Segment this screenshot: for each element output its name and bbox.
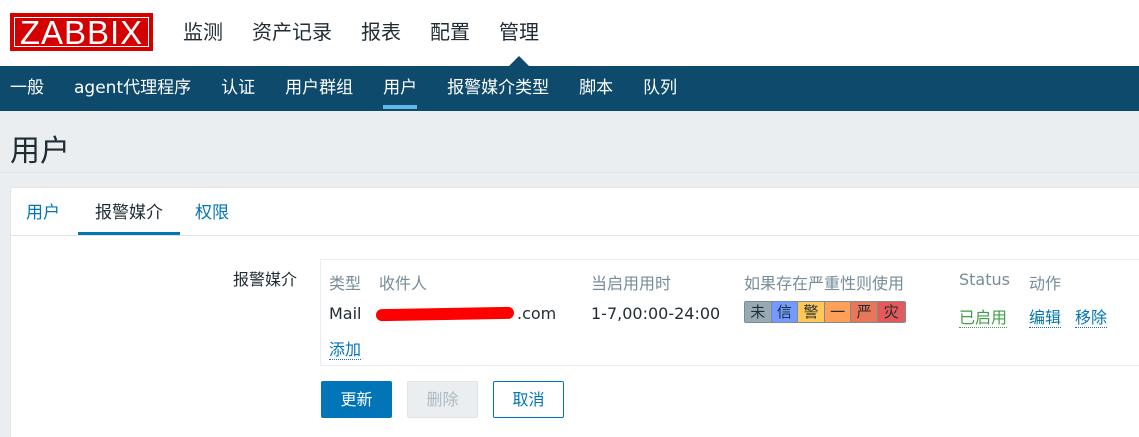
edit-media-link[interactable]: 编辑 xyxy=(1029,308,1062,328)
col-type: 类型 xyxy=(329,274,362,293)
severity-information: 信 xyxy=(771,302,799,322)
col-severity: 如果存在严重性则使用 xyxy=(744,274,905,293)
severity-high: 严 xyxy=(851,302,878,322)
menu-configuration[interactable]: 配置 xyxy=(430,0,470,66)
user-form-panel: 用户 报警媒介 权限 报警媒介 类型 收件人 当启用用时 如果存在严重性则使用 … xyxy=(10,187,1139,437)
col-when-active: 当启用用时 xyxy=(591,274,672,293)
tab-permissions[interactable]: 权限 xyxy=(195,188,229,235)
title-divider xyxy=(0,172,1139,173)
severity-indicator: 未 信 警 一 严 灾 xyxy=(744,301,906,323)
submenu-queue[interactable]: 队列 xyxy=(643,66,677,111)
tab-user[interactable]: 用户 xyxy=(26,188,60,235)
submenu-authentication[interactable]: 认证 xyxy=(221,66,255,111)
when-active-value: 1-7,00:00-24:00 xyxy=(591,304,721,323)
page-title: 用户 xyxy=(10,134,70,169)
col-action: 动作 xyxy=(1029,274,1062,293)
menu-monitoring[interactable]: 监测 xyxy=(183,0,223,66)
tab-bar: 用户 报警媒介 权限 xyxy=(11,188,1139,236)
submenu-scripts[interactable]: 脚本 xyxy=(579,66,613,111)
cancel-button[interactable]: 取消 xyxy=(493,381,564,418)
col-status: Status xyxy=(959,270,1010,289)
main-menu: 监测 资产记录 报表 配置 管理 xyxy=(183,0,568,66)
submenu-user-groups[interactable]: 用户群组 xyxy=(285,66,353,111)
remove-media-link[interactable]: 移除 xyxy=(1075,308,1108,328)
col-recipient: 收件人 xyxy=(379,274,428,293)
media-table: 类型 收件人 当启用用时 如果存在严重性则使用 Status 动作 Mail .… xyxy=(320,259,1139,366)
menu-administration[interactable]: 管理 xyxy=(499,0,539,66)
media-label: 报警媒介 xyxy=(233,270,298,289)
recipient-suffix: .com xyxy=(517,304,557,323)
severity-disaster: 灾 xyxy=(877,302,905,322)
delete-button[interactable]: 删除 xyxy=(407,381,478,418)
sub-menu: 一般 agent代理程序 认证 用户群组 用户 报警媒介类型 脚本 队列 xyxy=(0,66,1139,111)
submenu-general[interactable]: 一般 xyxy=(10,66,44,111)
severity-warning: 警 xyxy=(798,302,825,322)
severity-average: 一 xyxy=(824,302,852,322)
severity-not-classified: 未 xyxy=(745,302,772,322)
zabbix-logo[interactable]: ZABBIX xyxy=(10,13,153,51)
update-button[interactable]: 更新 xyxy=(321,381,392,418)
media-type-value: Mail xyxy=(329,304,362,323)
redacted-recipient xyxy=(375,306,515,322)
menu-inventory[interactable]: 资产记录 xyxy=(252,0,332,66)
submenu-media-types[interactable]: 报警媒介类型 xyxy=(447,66,549,111)
status-enabled-link[interactable]: 已启用 xyxy=(959,308,1008,328)
top-header: ZABBIX 监测 资产记录 报表 配置 管理 xyxy=(0,0,1139,66)
submenu-proxies[interactable]: agent代理程序 xyxy=(74,66,191,111)
tab-media[interactable]: 报警媒介 xyxy=(78,188,180,235)
submenu-users[interactable]: 用户 xyxy=(383,66,418,111)
add-media-link[interactable]: 添加 xyxy=(329,340,362,360)
menu-reports[interactable]: 报表 xyxy=(361,0,401,66)
